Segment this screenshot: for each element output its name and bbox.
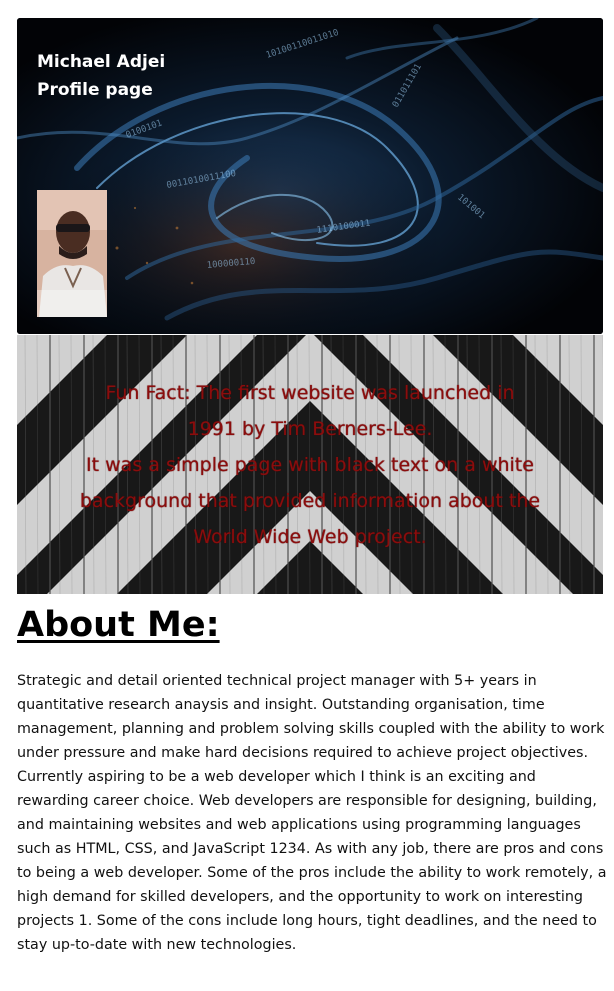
profile-avatar	[37, 190, 107, 317]
fun-fact-text: Fun Fact: The first website was launched…	[17, 375, 603, 555]
page-subtitle: Profile page	[37, 80, 153, 100]
about-paragraph-aspiration: Currently aspiring to be a web developer…	[17, 769, 607, 953]
fun-fact-line: World Wide Web project.	[193, 526, 427, 548]
about-me-heading: About Me:	[17, 605, 220, 645]
profile-name: Michael Adjei	[37, 52, 166, 72]
profile-header-banner: 10100110011010 0011010011100 1110100011 …	[17, 18, 603, 334]
about-paragraph-experience: Strategic and detail oriented technical …	[17, 673, 605, 761]
fun-fact-line: background that provided information abo…	[79, 490, 541, 512]
profile-page: 10100110011010 0011010011100 1110100011 …	[0, 0, 614, 991]
fun-fact-line: Fun Fact: The first website was launched…	[105, 382, 515, 404]
fun-fact-banner: Fun Fact: The first website was launched…	[17, 335, 603, 594]
avatar-portrait	[37, 190, 107, 317]
about-me-body: Strategic and detail oriented technical …	[17, 669, 607, 957]
fun-fact-line: 1991 by Tim Berners-Lee.	[187, 418, 433, 440]
fun-fact-line: It was a simple page with black text on …	[86, 454, 534, 476]
